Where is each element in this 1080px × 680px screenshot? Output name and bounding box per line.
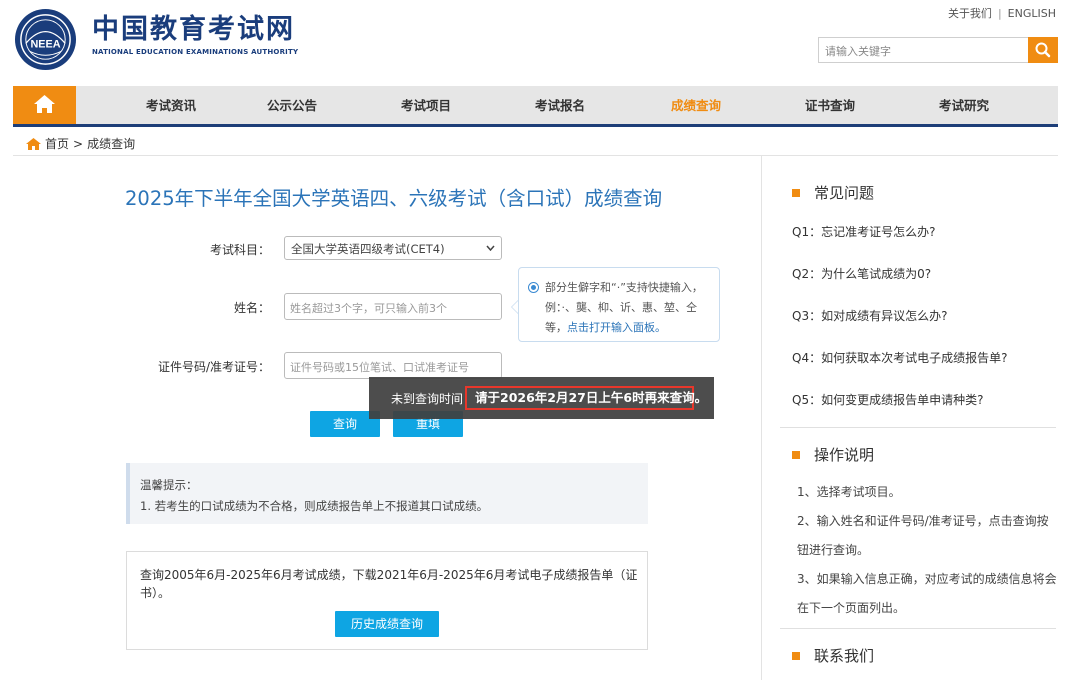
- nav-item-scores[interactable]: 成绩查询: [641, 86, 751, 124]
- contact-heading: 联系我们: [792, 645, 874, 666]
- site-title[interactable]: 中国教育考试网: [92, 14, 295, 46]
- home-icon: [34, 95, 55, 113]
- nav-item-news[interactable]: 考试资讯: [116, 86, 226, 124]
- home-icon: [26, 137, 41, 150]
- history-query-button[interactable]: 历史成绩查询: [335, 611, 439, 637]
- tip-pointer: [511, 300, 518, 314]
- ops-item: 2、输入姓名和证件号码/准考证号，点击查询按钮进行查询。: [797, 514, 1049, 557]
- breadcrumb-separator: >: [73, 136, 84, 151]
- column-divider: [761, 156, 762, 680]
- notice-title: 温馨提示：: [140, 478, 198, 492]
- breadcrumb-home[interactable]: 首页: [45, 135, 69, 152]
- breadcrumb: 首页 > 成绩查询: [26, 135, 135, 152]
- subject-select[interactable]: 全国大学英语四级考试(CET4): [284, 236, 502, 260]
- contact-title: 联系我们: [814, 647, 875, 665]
- sidebar-divider: [780, 628, 1056, 629]
- about-us-link[interactable]: 关于我们: [948, 7, 992, 20]
- nav-item-announcements[interactable]: 公示公告: [237, 86, 347, 124]
- main-nav: 考试资讯 公示公告 考试项目 考试报名 成绩查询 证书查询 考试研究: [13, 86, 1058, 127]
- ops-list: 1、选择考试项目。 2、输入姓名和证件号码/准考证号，点击查询按钮进行查询。 3…: [797, 478, 1057, 623]
- nav-item-registration[interactable]: 考试报名: [505, 86, 615, 124]
- bullet-icon: [792, 450, 800, 459]
- faq-title: 常见问题: [814, 184, 875, 202]
- bullet-icon: [792, 188, 800, 197]
- breadcrumb-current: 成绩查询: [87, 137, 136, 151]
- id-input[interactable]: 证件号码或15位笔试、口试准考证号: [284, 352, 502, 379]
- search-button[interactable]: [1028, 37, 1058, 63]
- radio-icon: [528, 282, 539, 293]
- faq-item[interactable]: Q4：如何获取本次考试电子成绩报告单?: [792, 349, 1007, 366]
- top-links-separator: |: [997, 7, 1002, 20]
- sidebar-divider: [780, 427, 1056, 428]
- nav-item-certificates[interactable]: 证书查询: [775, 86, 885, 124]
- history-text: 查询2005年6月-2025年6月考试成绩，下载2021年6月-2025年6月考…: [140, 568, 638, 600]
- faq-item[interactable]: Q3：如对成绩有异议怎么办?: [792, 307, 947, 324]
- search-icon: [1035, 42, 1051, 58]
- input-tip-box: 部分生僻字和“·”支持快捷输入，例：·、龑、枊、䜣、惠、堃、仝等，点击打开输入面…: [518, 267, 720, 342]
- name-input[interactable]: 姓名超过3个字，可只输入前3个: [284, 293, 502, 320]
- name-label: 姓名：: [233, 301, 270, 315]
- chevron-down-icon: [486, 245, 495, 251]
- divider: [13, 155, 1058, 156]
- faq-item[interactable]: Q2：为什么笔试成绩为0?: [792, 265, 931, 282]
- notice-item: 1. 若考生的口试成绩为不合格，则成绩报告单上不报道其口试成绩。: [140, 499, 489, 513]
- logo-text: NEEA: [30, 38, 60, 50]
- id-label: 证件号码/准考证号：: [157, 360, 270, 374]
- subject-value: 全国大学英语四级考试(CET4): [291, 242, 445, 256]
- nav-item-exams[interactable]: 考试项目: [371, 86, 481, 124]
- faq-item[interactable]: Q1：忘记准考证号怎么办?: [792, 223, 935, 240]
- toast-message: 未到查询时间 请于2026年2月27日上午6时再来查询。: [369, 377, 714, 419]
- faq-heading: 常见问题: [792, 182, 874, 203]
- subject-label: 考试科目：: [209, 243, 270, 257]
- ops-item: 3、如果输入信息正确，对应考试的成绩信息将会在下一个页面列出。: [797, 572, 1057, 615]
- bullet-icon: [792, 651, 800, 660]
- notice-box: 温馨提示： 1. 若考生的口试成绩为不合格，则成绩报告单上不报道其口试成绩。: [126, 463, 648, 524]
- neea-logo-icon[interactable]: NEEA: [14, 8, 77, 71]
- open-input-panel-link[interactable]: 点击打开输入面板。: [567, 321, 666, 334]
- nav-item-research[interactable]: 考试研究: [909, 86, 1019, 124]
- history-box: 查询2005年6月-2025年6月考试成绩，下载2021年6月-2025年6月考…: [126, 551, 648, 650]
- ops-title: 操作说明: [814, 446, 875, 464]
- toast-prefix: 未到查询时间: [391, 392, 464, 406]
- ops-heading: 操作说明: [792, 444, 874, 465]
- faq-item[interactable]: Q5：如何变更成绩报告单申请种类?: [792, 391, 983, 408]
- page-title: 2025年下半年全国大学英语四、六级考试（含口试）成绩查询: [125, 187, 663, 210]
- english-link[interactable]: ENGLISH: [1008, 7, 1056, 20]
- top-links: 关于我们 | ENGLISH: [948, 5, 1056, 21]
- nav-home[interactable]: [13, 86, 76, 124]
- search-input[interactable]: 请输入关键字: [818, 37, 1030, 63]
- toast-highlight: 请于2026年2月27日上午6时再来查询。: [465, 386, 707, 410]
- site-subtitle: NATIONAL EDUCATION EXAMINATIONS AUTHORIT…: [92, 48, 299, 56]
- ops-item: 1、选择考试项目。: [797, 485, 901, 499]
